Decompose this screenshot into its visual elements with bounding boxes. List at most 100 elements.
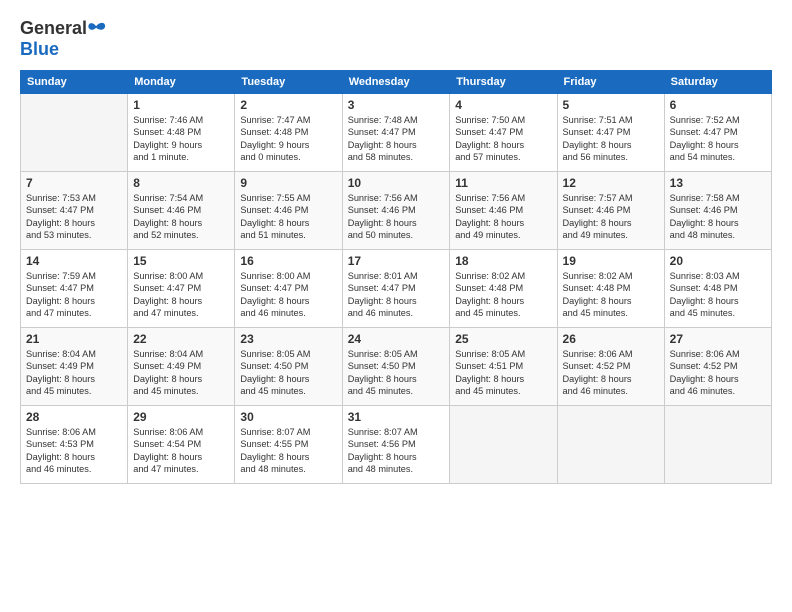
day-info: Sunrise: 7:52 AM Sunset: 4:47 PM Dayligh… (670, 114, 766, 164)
day-number: 18 (455, 254, 551, 268)
logo-bird-icon (88, 22, 106, 36)
calendar: SundayMondayTuesdayWednesdayThursdayFrid… (20, 70, 772, 484)
day-cell: 19Sunrise: 8:02 AM Sunset: 4:48 PM Dayli… (557, 250, 664, 328)
day-number: 31 (348, 410, 445, 424)
day-info: Sunrise: 8:06 AM Sunset: 4:53 PM Dayligh… (26, 426, 122, 476)
day-cell: 14 Sunrise: 7:59 AM Sunset: 4:47 PM Dayli… (21, 250, 128, 328)
day-info: Sunrise: 7:55 AM Sunset: 4:46 PM Dayligh… (240, 192, 336, 242)
day-info: Sunrise: 7:46 AM Sunset: 4:48 PM Dayligh… (133, 114, 229, 164)
day-cell: 29Sunrise: 8:06 AM Sunset: 4:54 PM Dayli… (128, 406, 235, 484)
day-info: Sunrise: 8:01 AM Sunset: 4:47 PM Dayligh… (348, 270, 445, 320)
col-header-sunday: Sunday (21, 71, 128, 94)
day-number: 1 (133, 98, 229, 112)
day-number: 21 (26, 332, 122, 346)
day-number: 7 (26, 176, 122, 190)
col-header-saturday: Saturday (664, 71, 771, 94)
day-info: Sunrise: 8:07 AM Sunset: 4:55 PM Dayligh… (240, 426, 336, 476)
week-row-5: 28 Sunrise: 8:06 AM Sunset: 4:53 PM Dayli… (21, 406, 772, 484)
day-info: Sunrise: 7:47 AM Sunset: 4:48 PM Dayligh… (240, 114, 336, 164)
week-row-2: 7 Sunrise: 7:53 AM Sunset: 4:47 PM Daylig… (21, 172, 772, 250)
day-info: Sunrise: 7:53 AM Sunset: 4:47 PM Dayligh… (26, 192, 122, 242)
day-info: Sunrise: 8:03 AM Sunset: 4:48 PM Dayligh… (670, 270, 766, 320)
day-info: Sunrise: 7:50 AM Sunset: 4:47 PM Dayligh… (455, 114, 551, 164)
day-number: 30 (240, 410, 336, 424)
day-number: 29 (133, 410, 229, 424)
day-cell: 18 Sunrise: 8:02 AM Sunset: 4:48 PM Dayli… (450, 250, 557, 328)
day-number: 8 (133, 176, 229, 190)
day-number: 11 (455, 176, 551, 190)
day-cell: 27 Sunrise: 8:06 AM Sunset: 4:52 PM Dayli… (664, 328, 771, 406)
day-number: 2 (240, 98, 336, 112)
logo: GeneralBlue (20, 18, 106, 60)
day-number: 24 (348, 332, 445, 346)
col-header-friday: Friday (557, 71, 664, 94)
day-cell: 7 Sunrise: 7:53 AM Sunset: 4:47 PM Daylig… (21, 172, 128, 250)
day-number: 28 (26, 410, 122, 424)
day-info: Sunrise: 8:00 AM Sunset: 4:47 PM Dayligh… (240, 270, 336, 320)
day-info: Sunrise: 8:04 AM Sunset: 4:49 PM Dayligh… (26, 348, 122, 398)
day-info: Sunrise: 8:02 AM Sunset: 4:48 PM Dayligh… (563, 270, 659, 320)
day-number: 3 (348, 98, 445, 112)
day-cell: 16 Sunrise: 8:00 AM Sunset: 4:47 PM Dayli… (235, 250, 342, 328)
day-number: 6 (670, 98, 766, 112)
day-cell (664, 406, 771, 484)
week-row-4: 21 Sunrise: 8:04 AM Sunset: 4:49 PM Dayli… (21, 328, 772, 406)
day-number: 17 (348, 254, 445, 268)
day-info: Sunrise: 7:48 AM Sunset: 4:47 PM Dayligh… (348, 114, 445, 164)
day-number: 16 (240, 254, 336, 268)
day-cell: 23Sunrise: 8:05 AM Sunset: 4:50 PM Dayli… (235, 328, 342, 406)
day-cell: 24 Sunrise: 8:05 AM Sunset: 4:50 PM Dayli… (342, 328, 450, 406)
col-header-wednesday: Wednesday (342, 71, 450, 94)
day-info: Sunrise: 8:06 AM Sunset: 4:52 PM Dayligh… (670, 348, 766, 398)
day-number: 12 (563, 176, 659, 190)
day-info: Sunrise: 8:05 AM Sunset: 4:51 PM Dayligh… (455, 348, 551, 398)
day-cell (21, 94, 128, 172)
header: GeneralBlue (20, 18, 772, 60)
day-cell: 10Sunrise: 7:56 AM Sunset: 4:46 PM Dayli… (342, 172, 450, 250)
week-row-3: 14 Sunrise: 7:59 AM Sunset: 4:47 PM Dayli… (21, 250, 772, 328)
day-info: Sunrise: 8:06 AM Sunset: 4:52 PM Dayligh… (563, 348, 659, 398)
day-cell: 30 Sunrise: 8:07 AM Sunset: 4:55 PM Dayli… (235, 406, 342, 484)
day-cell: 9 Sunrise: 7:55 AM Sunset: 4:46 PM Daylig… (235, 172, 342, 250)
day-number: 5 (563, 98, 659, 112)
day-info: Sunrise: 7:58 AM Sunset: 4:46 PM Dayligh… (670, 192, 766, 242)
day-cell: 1 Sunrise: 7:46 AM Sunset: 4:48 PM Daylig… (128, 94, 235, 172)
day-number: 9 (240, 176, 336, 190)
day-number: 10 (348, 176, 445, 190)
day-info: Sunrise: 7:56 AM Sunset: 4:46 PM Dayligh… (455, 192, 551, 242)
day-info: Sunrise: 7:51 AM Sunset: 4:47 PM Dayligh… (563, 114, 659, 164)
day-cell: 31 Sunrise: 8:07 AM Sunset: 4:56 PM Dayli… (342, 406, 450, 484)
day-cell: 26Sunrise: 8:06 AM Sunset: 4:52 PM Dayli… (557, 328, 664, 406)
day-info: Sunrise: 8:00 AM Sunset: 4:47 PM Dayligh… (133, 270, 229, 320)
day-number: 22 (133, 332, 229, 346)
day-cell: 11 Sunrise: 7:56 AM Sunset: 4:46 PM Dayli… (450, 172, 557, 250)
day-info: Sunrise: 8:05 AM Sunset: 4:50 PM Dayligh… (348, 348, 445, 398)
day-info: Sunrise: 7:54 AM Sunset: 4:46 PM Dayligh… (133, 192, 229, 242)
day-cell: 21 Sunrise: 8:04 AM Sunset: 4:49 PM Dayli… (21, 328, 128, 406)
day-cell: 22Sunrise: 8:04 AM Sunset: 4:49 PM Dayli… (128, 328, 235, 406)
day-cell: 3 Sunrise: 7:48 AM Sunset: 4:47 PM Daylig… (342, 94, 450, 172)
day-number: 14 (26, 254, 122, 268)
day-cell: 25 Sunrise: 8:05 AM Sunset: 4:51 PM Dayli… (450, 328, 557, 406)
day-number: 25 (455, 332, 551, 346)
logo-blue: Blue (20, 39, 59, 60)
day-cell: 2 Sunrise: 7:47 AM Sunset: 4:48 PM Daylig… (235, 94, 342, 172)
day-info: Sunrise: 8:07 AM Sunset: 4:56 PM Dayligh… (348, 426, 445, 476)
day-cell: 6 Sunrise: 7:52 AM Sunset: 4:47 PM Daylig… (664, 94, 771, 172)
day-cell (450, 406, 557, 484)
calendar-header-row: SundayMondayTuesdayWednesdayThursdayFrid… (21, 71, 772, 94)
day-number: 15 (133, 254, 229, 268)
day-cell: 5 Sunrise: 7:51 AM Sunset: 4:47 PM Daylig… (557, 94, 664, 172)
day-cell: 4 Sunrise: 7:50 AM Sunset: 4:47 PM Daylig… (450, 94, 557, 172)
day-info: Sunrise: 7:57 AM Sunset: 4:46 PM Dayligh… (563, 192, 659, 242)
day-cell: 17 Sunrise: 8:01 AM Sunset: 4:47 PM Dayli… (342, 250, 450, 328)
day-cell: 20Sunrise: 8:03 AM Sunset: 4:48 PM Dayli… (664, 250, 771, 328)
col-header-monday: Monday (128, 71, 235, 94)
logo-general: General (20, 18, 87, 39)
day-number: 13 (670, 176, 766, 190)
day-info: Sunrise: 7:59 AM Sunset: 4:47 PM Dayligh… (26, 270, 122, 320)
day-number: 27 (670, 332, 766, 346)
day-number: 4 (455, 98, 551, 112)
day-info: Sunrise: 8:02 AM Sunset: 4:48 PM Dayligh… (455, 270, 551, 320)
day-number: 23 (240, 332, 336, 346)
